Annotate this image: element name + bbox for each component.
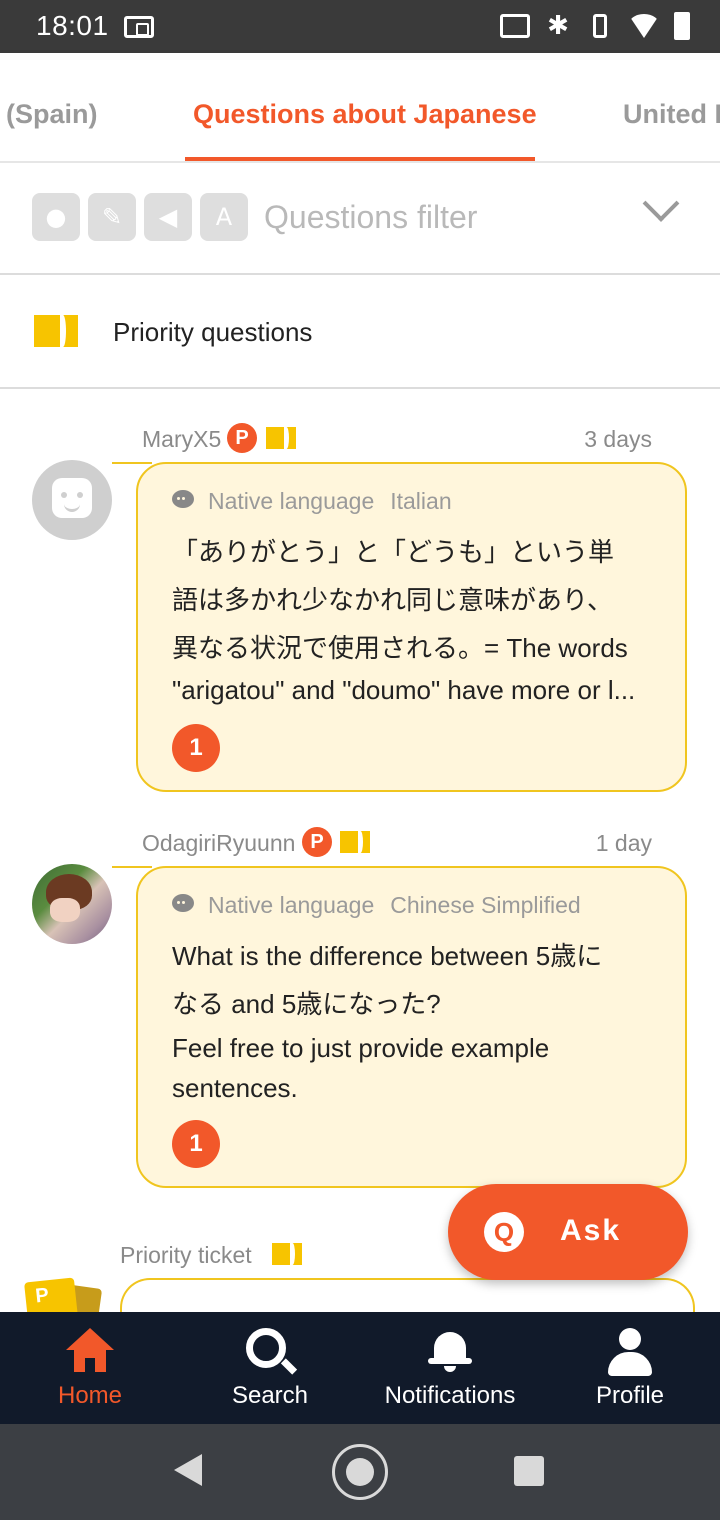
native-language-label: Native language	[208, 892, 375, 918]
nav-home-label: Home	[57, 1382, 123, 1409]
tab-spain[interactable]: (Spain)	[6, 99, 98, 130]
avatar[interactable]	[32, 460, 112, 540]
filter-label: Questions filter	[264, 199, 478, 235]
ticket-icon	[272, 1243, 302, 1265]
question-line: なる and 5歳になった?	[172, 989, 441, 1019]
post-time: 1 day	[595, 830, 652, 856]
active-tab-indicator	[185, 157, 535, 161]
tab-united-kingdom[interactable]: United K	[623, 99, 720, 130]
vibrate-icon	[593, 14, 607, 38]
screen-icon	[124, 16, 154, 38]
tab-questions-about-japanese[interactable]: Questions about Japanese	[193, 99, 537, 130]
question-line: 異なる状況で使用される。= The words	[172, 633, 628, 663]
question-text: 「ありがとう」と「どうも」という単 語は多かれ少なかれ同じ意味があり、 異なる状…	[172, 528, 661, 708]
chevron-down-icon[interactable]	[642, 185, 680, 222]
nav-notifications[interactable]: Notifications	[360, 1312, 540, 1424]
question-text: What is the difference between 5歳に なる an…	[172, 932, 661, 1108]
speech-bubble-icon: ●	[32, 193, 80, 241]
ticket-icon	[340, 831, 370, 853]
premium-badge: P	[227, 423, 257, 453]
recent-apps-icon[interactable]	[514, 1456, 544, 1486]
question-line: Feel free to just provide example	[172, 1033, 550, 1063]
nav-search[interactable]: Search	[180, 1312, 360, 1424]
question-line: 語は多かれ少なかれ同じ意味があり、	[172, 585, 613, 615]
bell-icon	[428, 1328, 472, 1372]
question-line: What is the difference between 5歳に	[172, 941, 603, 971]
wifi-icon	[628, 14, 660, 38]
system-navigation-bar	[0, 1424, 720, 1520]
answer-count-badge: 1	[172, 1120, 220, 1168]
ticket-icon	[266, 427, 296, 449]
bluetooth-icon: ✱	[547, 11, 569, 41]
post-time: 3 days	[584, 426, 652, 452]
native-language-label: Native language	[208, 488, 375, 514]
priority-ticket-label: Priority ticket	[120, 1242, 252, 1268]
speaker-icon: ◀	[144, 193, 192, 241]
category-tabs: (Spain) Questions about Japanese United …	[0, 53, 720, 163]
username[interactable]: MaryX5	[142, 426, 221, 453]
question-bubble[interactable]: Native language Italian 「ありがとう」と「どうも」という単…	[112, 462, 687, 792]
cast-icon	[500, 14, 530, 38]
premium-badge: P	[302, 827, 332, 857]
speech-icon	[172, 894, 194, 912]
priority-questions-label: Priority questions	[113, 317, 313, 347]
questions-filter[interactable]: ● ✎ ◀ A Questions filter	[0, 163, 720, 275]
native-language: Native language Chinese Simplified	[172, 892, 581, 919]
answer-count-badge: 1	[172, 724, 220, 772]
battery-icon	[674, 12, 690, 40]
ticket-icon	[34, 315, 78, 347]
pencil-icon: ✎	[88, 193, 136, 241]
native-language-value: Italian	[390, 488, 452, 514]
speech-icon	[172, 490, 194, 508]
status-bar: 18:01 ✱	[0, 0, 720, 53]
ask-label: Ask	[560, 1214, 622, 1247]
search-icon	[246, 1328, 286, 1368]
back-icon[interactable]	[174, 1454, 202, 1486]
priority-questions-row[interactable]: Priority questions	[0, 275, 720, 389]
nav-search-label: Search	[231, 1382, 309, 1409]
question-icon: Q	[484, 1212, 524, 1252]
nav-profile[interactable]: Profile	[540, 1312, 720, 1424]
native-language-value: Chinese Simplified	[390, 892, 581, 918]
ticket-stack-letter: P	[34, 1284, 50, 1308]
username[interactable]: OdagiriRyuunn	[142, 830, 295, 857]
question-line: 「ありがとう」と「どうも」という単	[172, 537, 615, 567]
status-time: 18:01	[36, 10, 109, 41]
avatar[interactable]	[32, 864, 112, 944]
home-icon	[66, 1328, 114, 1372]
question-line: "arigatou" and "doumo" have more or l...	[172, 675, 636, 705]
nav-profile-label: Profile	[595, 1382, 665, 1409]
status-icons: ✱	[500, 12, 690, 40]
native-language: Native language Italian	[172, 488, 452, 515]
nav-notifications-label: Notifications	[384, 1382, 516, 1409]
person-icon	[606, 1328, 654, 1376]
bottom-navigation: Home Search Notifications Profile	[0, 1312, 720, 1424]
ask-button[interactable]: Q Ask	[448, 1184, 688, 1280]
audio-translate-icon: A	[200, 193, 248, 241]
question-bubble[interactable]: Native language Chinese Simplified What i…	[112, 866, 687, 1188]
question-line: sentences.	[172, 1073, 298, 1103]
home-circle-icon[interactable]	[332, 1444, 388, 1500]
nav-home[interactable]: Home	[0, 1312, 180, 1424]
